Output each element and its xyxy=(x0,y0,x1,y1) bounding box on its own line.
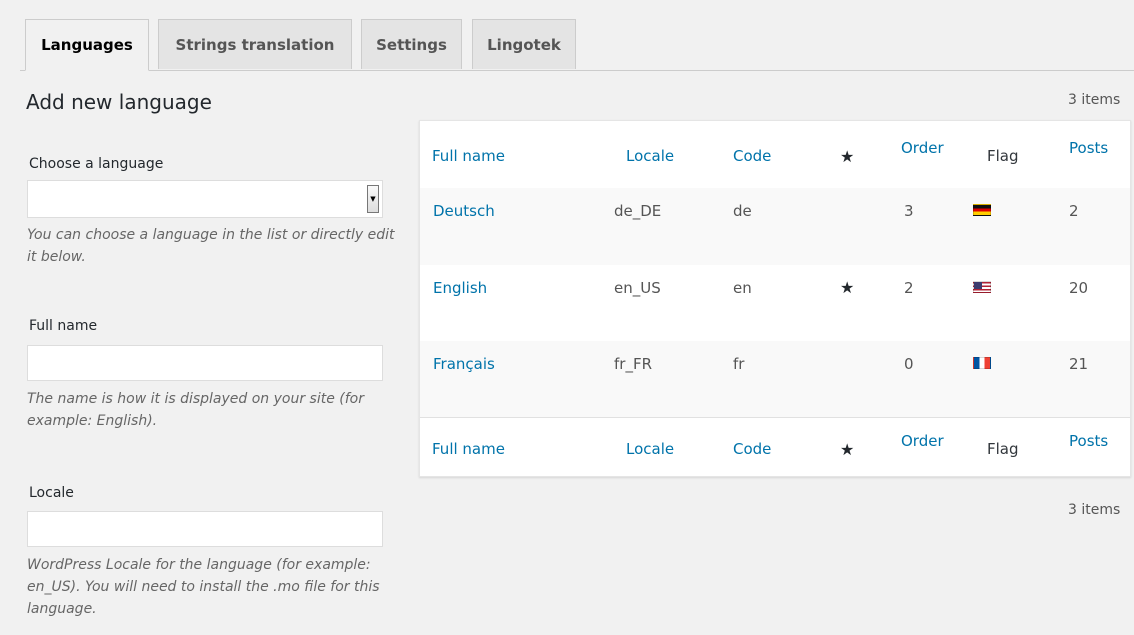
french-flag-icon xyxy=(973,357,991,369)
language-locale: en_US xyxy=(614,279,661,297)
language-posts: 21 xyxy=(1069,355,1089,373)
items-count-top: 3 items xyxy=(1068,92,1121,108)
table-row: Français fr_FR fr 0 21 xyxy=(420,341,1130,417)
default-star-icon: ★ xyxy=(840,147,855,166)
column-flag: Flag xyxy=(987,440,1019,458)
column-flag: Flag xyxy=(987,147,1019,165)
language-code: fr xyxy=(733,355,745,373)
language-name-link[interactable]: Deutsch xyxy=(433,202,495,220)
languages-table: Full name Locale Code ★ Order Flag Posts… xyxy=(419,120,1131,477)
column-order[interactable]: Order xyxy=(901,139,944,157)
select-arrow-icon[interactable]: ▼ xyxy=(367,185,379,213)
tab-lingotek[interactable]: Lingotek xyxy=(472,19,576,69)
language-name-link[interactable]: English xyxy=(433,279,487,297)
locale-help: WordPress Locale for the language (for e… xyxy=(27,557,380,617)
table-row: Deutsch de_DE de 3 2 xyxy=(420,188,1130,265)
language-locale: de_DE xyxy=(614,202,662,220)
language-select[interactable]: ▼ xyxy=(27,180,383,218)
locale-label: Locale xyxy=(29,485,74,501)
column-full-name[interactable]: Full name xyxy=(432,147,505,165)
column-locale[interactable]: Locale xyxy=(626,147,674,165)
full-name-label: Full name xyxy=(29,318,98,334)
nav-tabs: Languages Strings translation Settings L… xyxy=(20,19,1134,71)
column-locale[interactable]: Locale xyxy=(626,440,674,458)
column-full-name[interactable]: Full name xyxy=(432,440,505,458)
language-order: 0 xyxy=(904,355,914,373)
table-header: Full name Locale Code ★ Order Flag Posts xyxy=(420,121,1130,188)
column-code[interactable]: Code xyxy=(733,440,771,458)
add-language-title: Add new language xyxy=(26,90,212,114)
language-locale: fr_FR xyxy=(614,355,652,373)
choose-language-help: You can choose a language in the list or… xyxy=(27,227,395,265)
default-star-icon: ★ xyxy=(840,440,855,459)
column-posts[interactable]: Posts xyxy=(1069,432,1108,450)
full-name-help: The name is how it is displayed on your … xyxy=(27,391,365,429)
tab-languages[interactable]: Languages xyxy=(25,19,149,71)
us-flag-icon xyxy=(973,281,991,293)
choose-language-label: Choose a language xyxy=(29,156,164,172)
default-star-icon: ★ xyxy=(840,278,855,297)
german-flag-icon xyxy=(973,204,991,216)
column-code[interactable]: Code xyxy=(733,147,771,165)
language-order: 3 xyxy=(904,202,914,220)
language-code: en xyxy=(733,279,752,297)
column-order[interactable]: Order xyxy=(901,432,944,450)
column-posts[interactable]: Posts xyxy=(1069,139,1108,157)
table-footer: Full name Locale Code ★ Order Flag Posts xyxy=(420,417,1130,478)
language-posts: 2 xyxy=(1069,202,1079,220)
language-posts: 20 xyxy=(1069,279,1089,297)
language-name-link[interactable]: Français xyxy=(433,355,495,373)
full-name-input[interactable] xyxy=(27,345,383,381)
locale-input[interactable] xyxy=(27,511,383,547)
tab-strings-translation[interactable]: Strings translation xyxy=(158,19,352,69)
language-order: 2 xyxy=(904,279,914,297)
tab-settings[interactable]: Settings xyxy=(361,19,462,69)
items-count-bottom: 3 items xyxy=(1068,502,1121,518)
language-code: de xyxy=(733,202,752,220)
table-row: English en_US en ★ 2 20 xyxy=(420,265,1130,341)
